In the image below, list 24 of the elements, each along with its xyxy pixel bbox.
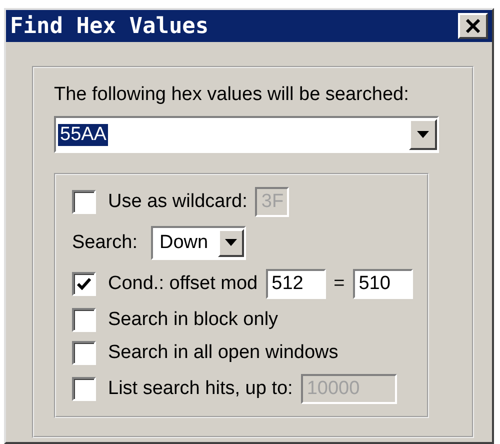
option-label: List search hits, up to: (108, 378, 293, 400)
prompt-label: The following hex values will be searched: (54, 84, 410, 106)
option-label: Cond.: offset mod (108, 273, 258, 295)
option-label: Use as wildcard: (108, 191, 248, 213)
option-label: Search in block only (108, 309, 278, 331)
check-icon (77, 278, 91, 290)
close-button[interactable] (458, 13, 488, 39)
checkbox[interactable] (72, 377, 96, 401)
checkbox[interactable] (72, 341, 96, 365)
input-field[interactable]: 510 (352, 269, 413, 299)
hex-combobox[interactable]: 55AA (54, 116, 439, 153)
window-title: Find Hex Values (10, 14, 209, 38)
option-label: Search: (72, 232, 138, 254)
option-label: Search in all open windows (108, 342, 338, 364)
direction-dropdown[interactable]: Down (151, 226, 246, 260)
checkbox[interactable] (72, 272, 96, 296)
input-field[interactable]: 512 (266, 269, 326, 299)
checkbox[interactable] (72, 190, 96, 214)
hex-value: 55AA (58, 124, 108, 146)
dropdown-caret-icon (225, 239, 238, 247)
combobox-caret-icon (417, 130, 429, 138)
equals-sign: = (334, 273, 345, 295)
checkbox[interactable] (72, 308, 96, 332)
close-icon (465, 19, 481, 33)
